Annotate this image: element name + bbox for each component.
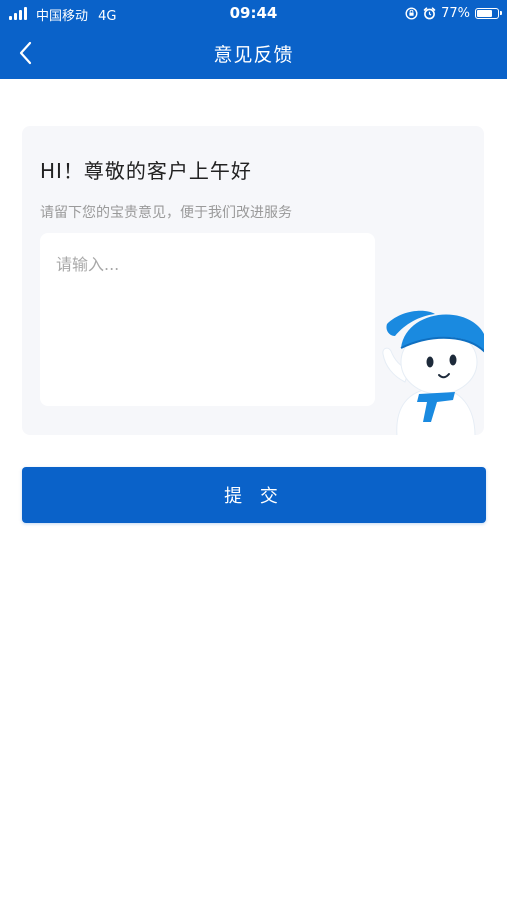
battery-fill [477,9,492,17]
greeting-heading: HI！尊敬的客户上午好 [40,159,252,183]
nav-bar: 意见反馈 [0,28,507,79]
alarm-icon [423,6,436,19]
orientation-lock-icon [405,6,418,20]
battery-percentage: 77% [441,5,470,21]
mascot-illustration [382,310,484,435]
app-header: 中国移动 4G 09:44 77% 意见反馈 [0,0,507,79]
feedback-input[interactable] [40,233,375,406]
battery-icon [475,7,502,19]
page-title: 意见反馈 [213,44,294,66]
battery-nub [500,10,502,15]
feedback-subtitle: 请留下您的宝贵意见，便于我们改进服务 [40,205,292,221]
status-indicators: 77% [405,5,502,21]
feedback-card: HI！尊敬的客户上午好 请留下您的宝贵意见，便于我们改进服务 [22,126,484,435]
status-bar: 中国移动 4G 09:44 77% [0,0,507,28]
submit-button[interactable]: 提 交 [22,467,486,523]
